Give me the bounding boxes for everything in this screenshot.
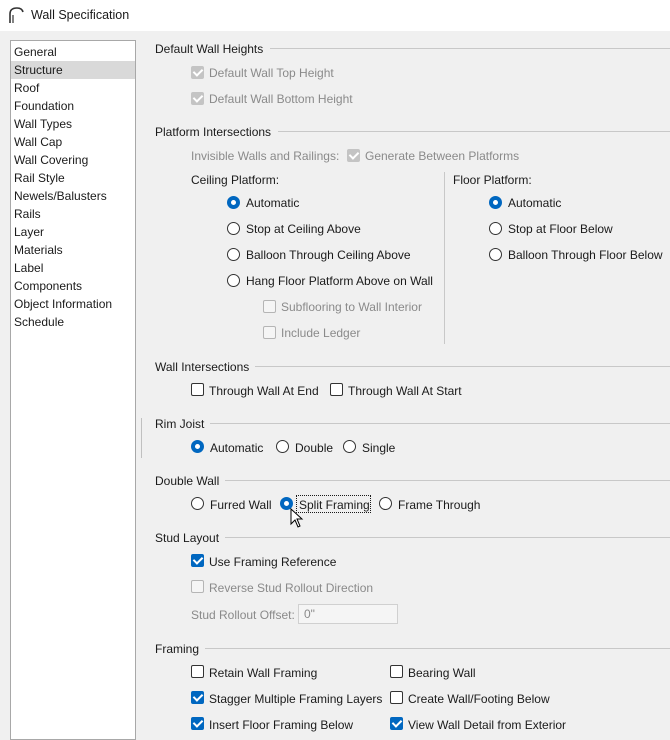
view-wall-detail-label: View Wall Detail from Exterior [408,718,567,732]
section-divider [278,131,670,132]
mouse-cursor-icon [290,508,304,528]
window-title: Wall Specification [31,8,130,22]
subflooring-checkbox[interactable] [263,300,276,313]
rim-joist-double-label: Double [295,441,334,455]
section-platform-intersections: Platform Intersections [155,125,272,139]
ceiling-automatic-label: Automatic [246,196,300,210]
category-wall-cap[interactable]: Wall Cap [11,133,135,151]
section-wall-intersections: Wall Intersections [155,360,250,374]
view-wall-detail-checkbox[interactable] [390,717,403,730]
bearing-wall-label: Bearing Wall [408,666,476,680]
section-framing: Framing [155,642,200,656]
ceiling-stop-radio[interactable] [227,222,240,235]
rim-joist-automatic-label: Automatic [210,441,264,455]
category-rails[interactable]: Rails [11,205,135,223]
floor-stop-radio[interactable] [489,222,502,235]
category-schedule[interactable]: Schedule [11,313,135,331]
create-wall-footing-checkbox[interactable] [390,691,403,704]
stud-rollout-offset-input[interactable]: 0" [298,604,398,624]
section-divider [270,48,670,49]
category-rail-style[interactable]: Rail Style [11,169,135,187]
ceiling-stop-label: Stop at Ceiling Above [246,222,361,236]
through-wall-at-end-checkbox[interactable] [191,383,204,396]
frame-through-radio[interactable] [379,497,392,510]
insert-floor-framing-label: Insert Floor Framing Below [209,718,354,732]
create-wall-footing-label: Create Wall/Footing Below [408,692,550,706]
category-components[interactable]: Components [11,277,135,295]
floor-stop-label: Stop at Floor Below [508,222,613,236]
rim-joist-single-radio[interactable] [343,440,356,453]
retain-wall-framing-checkbox[interactable] [191,665,204,678]
furred-wall-label: Furred Wall [210,498,272,512]
ceiling-balloon-radio[interactable] [227,248,240,261]
section-divider [205,648,670,649]
section-stud-layout: Stud Layout [155,531,220,545]
category-object-information[interactable]: Object Information [11,295,135,313]
category-structure[interactable]: Structure [11,61,135,79]
use-framing-reference-label: Use Framing Reference [209,555,337,569]
floor-automatic-label: Automatic [508,196,562,210]
section-double-wall: Double Wall [155,474,220,488]
split-framing-label: Split Framing [299,498,370,512]
default-wall-top-height-label: Default Wall Top Height [209,66,334,80]
reverse-stud-rollout-label: Reverse Stud Rollout Direction [209,581,374,595]
generate-between-platforms-checkbox[interactable] [347,149,360,162]
arch-roof-icon [9,7,24,23]
subflooring-label: Subflooring to Wall Interior [281,300,422,314]
category-materials[interactable]: Materials [11,241,135,259]
stagger-framing-layers-label: Stagger Multiple Framing Layers [209,692,383,706]
section-rim-joist: Rim Joist [155,417,205,431]
insert-floor-framing-checkbox[interactable] [191,717,204,730]
use-framing-reference-checkbox[interactable] [191,554,204,567]
category-newels-balusters[interactable]: Newels/Balusters [11,187,135,205]
generate-between-platforms-label: Generate Between Platforms [365,149,520,163]
default-wall-bottom-height-checkbox[interactable] [191,92,204,105]
category-label[interactable]: Label [11,259,135,277]
category-layer[interactable]: Layer [11,223,135,241]
include-ledger-checkbox[interactable] [263,326,276,339]
include-ledger-label: Include Ledger [281,326,361,340]
category-roof[interactable]: Roof [11,79,135,97]
floor-automatic-radio[interactable] [489,196,502,209]
rim-joist-double-radio[interactable] [276,440,289,453]
through-wall-at-end-label: Through Wall At End [209,384,319,398]
category-wall-types[interactable]: Wall Types [11,115,135,133]
stud-rollout-offset-label: Stud Rollout Offset: [191,608,295,622]
rim-joist-marker [141,418,142,458]
rim-joist-single-label: Single [362,441,396,455]
retain-wall-framing-label: Retain Wall Framing [209,666,318,680]
category-wall-covering[interactable]: Wall Covering [11,151,135,169]
default-wall-top-height-checkbox[interactable] [191,66,204,79]
reverse-stud-rollout-checkbox[interactable] [191,580,204,593]
invisible-walls-label: Invisible Walls and Railings: [191,149,340,163]
ceiling-balloon-label: Balloon Through Ceiling Above [246,248,411,262]
category-general[interactable]: General [11,43,135,61]
stagger-framing-layers-checkbox[interactable] [191,691,204,704]
title-bar: Wall Specification [0,0,670,31]
section-divider [255,366,670,367]
section-divider [225,537,670,538]
rim-joist-automatic-radio[interactable] [191,440,204,453]
floor-balloon-radio[interactable] [489,248,502,261]
section-default-wall-heights: Default Wall Heights [155,42,264,56]
category-foundation[interactable]: Foundation [11,97,135,115]
section-divider [210,423,670,424]
frame-through-label: Frame Through [398,498,481,512]
floor-platform-title: Floor Platform: [453,173,532,187]
platform-column-separator [444,172,445,344]
ceiling-hang-radio[interactable] [227,274,240,287]
ceiling-automatic-radio[interactable] [227,196,240,209]
furred-wall-radio[interactable] [191,497,204,510]
floor-balloon-label: Balloon Through Floor Below [508,248,663,262]
bearing-wall-checkbox[interactable] [390,665,403,678]
ceiling-hang-label: Hang Floor Platform Above on Wall [246,274,433,288]
default-wall-bottom-height-label: Default Wall Bottom Height [209,92,353,106]
ceiling-platform-title: Ceiling Platform: [191,173,280,187]
category-list[interactable]: General Structure Roof Foundation Wall T… [10,40,136,740]
through-wall-at-start-label: Through Wall At Start [348,384,462,398]
section-divider [225,480,670,481]
through-wall-at-start-checkbox[interactable] [330,383,343,396]
